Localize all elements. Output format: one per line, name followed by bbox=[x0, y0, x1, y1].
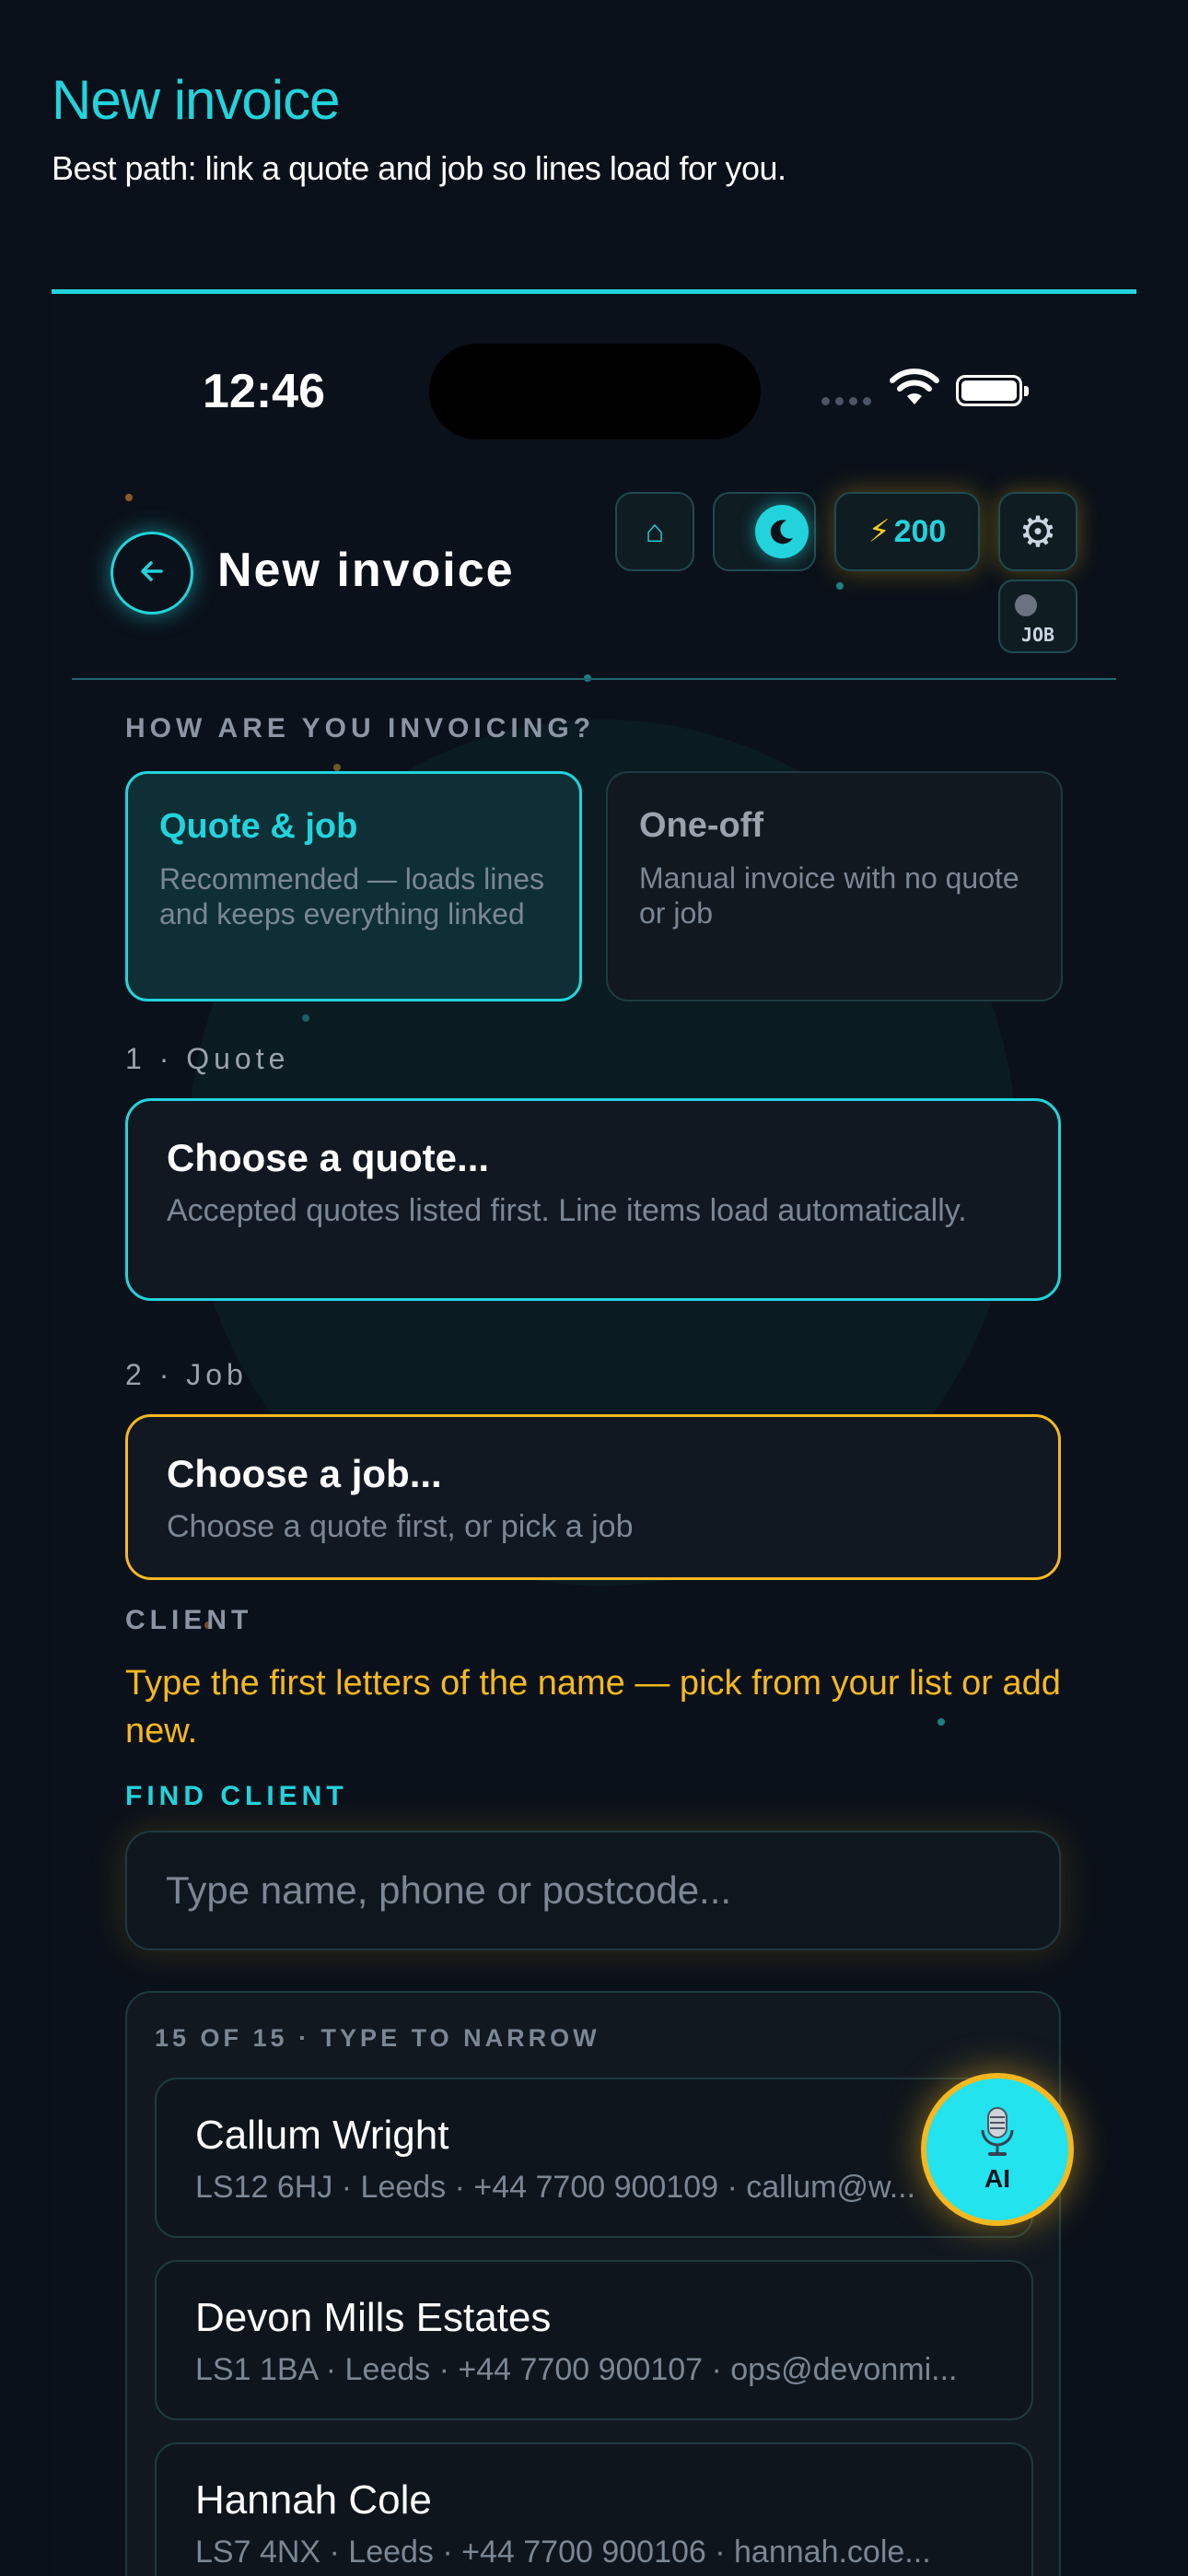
mode-option-one-off[interactable]: One-off Manual invoice with no quote or … bbox=[606, 771, 1063, 1001]
ai-button-label: AI bbox=[984, 2163, 1010, 2193]
lightning-icon: ⚡ bbox=[868, 514, 891, 549]
cellular-signal-icon bbox=[821, 397, 871, 405]
client-list-item[interactable]: Hannah Cole LS7 4NX · Leeds · +44 7700 9… bbox=[155, 2442, 1033, 2576]
results-count: 15 OF 15 · TYPE TO NARROW bbox=[155, 2024, 600, 2052]
particle-dot bbox=[836, 582, 844, 590]
client-meta: LS7 4NX · Leeds · +44 7700 900106 · hann… bbox=[195, 2535, 931, 2570]
dynamic-island bbox=[429, 344, 761, 439]
phone-screen: 12:46 New invoice ⌂ ⚡ 200 ⚙ JOB HOW ARE … bbox=[52, 294, 1136, 2576]
choose-job-description: Choose a quote first, or pick a job bbox=[167, 1509, 634, 1544]
choose-job-title: Choose a job... bbox=[167, 1452, 442, 1495]
status-time: 12:46 bbox=[203, 365, 325, 418]
home-button[interactable]: ⌂ bbox=[615, 492, 694, 571]
gear-icon: ⚙ bbox=[1019, 508, 1057, 556]
job-toggle-label: JOB bbox=[1020, 624, 1055, 646]
client-list-item[interactable]: Callum Wright LS12 6HJ · Leeds · +44 770… bbox=[155, 2078, 1033, 2238]
choose-quote-title: Choose a quote... bbox=[167, 1136, 490, 1179]
back-button[interactable] bbox=[111, 532, 193, 615]
invoicing-mode-label: HOW ARE YOU INVOICING? bbox=[125, 713, 596, 744]
client-list-item[interactable]: Devon Mills Estates LS1 1BA · Leeds · +4… bbox=[155, 2260, 1033, 2420]
wifi-icon bbox=[890, 368, 939, 411]
client-search-input[interactable] bbox=[125, 1831, 1061, 1950]
client-name: Devon Mills Estates bbox=[195, 2295, 552, 2340]
client-section-label: CLIENT bbox=[125, 1605, 253, 1635]
header-divider bbox=[72, 678, 1116, 680]
page-subheading: Best path: link a quote and job so lines… bbox=[52, 149, 786, 187]
particle-dot bbox=[333, 764, 341, 771]
client-name: Hannah Cole bbox=[195, 2477, 432, 2523]
theme-toggle[interactable] bbox=[713, 492, 816, 571]
credits-button[interactable]: ⚡ 200 bbox=[834, 492, 980, 571]
client-hint: Type the first letters of the name — pic… bbox=[125, 1664, 1061, 1751]
choose-job-button[interactable]: Choose a job... Choose a quote first, or… bbox=[125, 1414, 1061, 1580]
mode-option-quote-and-job[interactable]: Quote & job Recommended — loads lines an… bbox=[125, 771, 582, 1001]
choose-quote-button[interactable]: Choose a quote... Accepted quotes listed… bbox=[125, 1098, 1061, 1301]
client-results-panel: 15 OF 15 · TYPE TO NARROW Callum Wright … bbox=[125, 1991, 1061, 2576]
credits-value: 200 bbox=[893, 513, 947, 549]
particle-dot bbox=[302, 1014, 309, 1022]
ai-voice-button[interactable]: AI bbox=[921, 2073, 1074, 2226]
client-name: Callum Wright bbox=[195, 2113, 449, 2158]
mode-option-title: One-off bbox=[639, 806, 764, 845]
job-toggle[interactable]: JOB bbox=[998, 580, 1077, 653]
home-icon: ⌂ bbox=[645, 513, 665, 549]
toggle-knob bbox=[1015, 594, 1037, 616]
quote-step-label: 1 · Quote bbox=[125, 1042, 290, 1075]
page-heading: New invoice bbox=[52, 69, 340, 131]
find-client-label: FIND CLIENT bbox=[125, 1781, 348, 1811]
settings-button[interactable]: ⚙ bbox=[998, 492, 1077, 571]
microphone-icon bbox=[977, 2106, 1018, 2162]
battery-icon bbox=[956, 375, 1029, 406]
client-meta: LS1 1BA · Leeds · +44 7700 900107 · ops@… bbox=[195, 2352, 958, 2387]
arrow-left-icon bbox=[134, 553, 170, 594]
client-meta: LS12 6HJ · Leeds · +44 7700 900109 · cal… bbox=[195, 2170, 916, 2205]
moon-icon bbox=[755, 505, 809, 558]
particle-dot bbox=[125, 494, 133, 501]
mode-option-description: Recommended — loads lines and keeps ever… bbox=[159, 862, 544, 931]
mode-option-title: Quote & job bbox=[159, 807, 358, 846]
choose-quote-description: Accepted quotes listed first. Line items… bbox=[167, 1193, 967, 1228]
job-step-label: 2 · Job bbox=[125, 1358, 248, 1391]
screen-title: New invoice bbox=[217, 544, 515, 597]
mode-option-description: Manual invoice with no quote or job bbox=[639, 861, 1019, 930]
